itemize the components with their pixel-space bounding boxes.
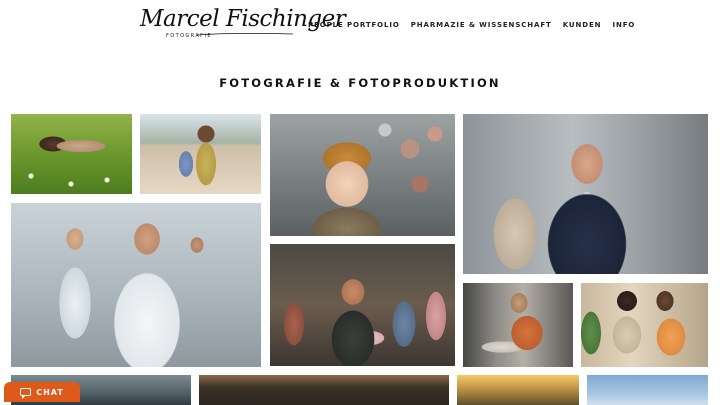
nav-item-info[interactable]: INFO [612,21,635,29]
nav-item-kunden[interactable]: KUNDEN [563,21,602,29]
page-title: FOTOGRAFIE & FOTOPRODUKTION [219,76,501,90]
gallery-photo-row4-3[interactable] [457,375,579,405]
nav-item-people-portfolio[interactable]: PEOPLE PORTFOLIO [308,21,400,29]
gallery-photo-row4-2[interactable] [199,375,449,405]
chat-bubble-icon [20,388,32,399]
logo-subtitle: FOTOGRAFIE [166,33,212,39]
gallery-photo-lab-scientists[interactable] [11,203,261,367]
gallery-photo-boy-mask[interactable] [270,114,455,236]
gallery-photo-birthday-party[interactable] [270,244,455,366]
nav-item-pharmazie-wissenschaft[interactable]: PHARMAZIE & WISSENSCHAFT [411,21,552,29]
chat-label: CHAT [36,387,64,397]
brand-logo[interactable]: Marcel Fischinger FOTOGRAFIE [140,6,346,46]
gallery-photo-woman-desk[interactable] [463,283,573,367]
gallery-photo-coffee-couple[interactable] [581,283,708,367]
chat-button[interactable]: CHAT [4,382,80,402]
gallery-photo-mother-child-beach[interactable] [140,114,261,194]
main-nav: PEOPLE PORTFOLIO PHARMAZIE & WISSENSCHAF… [308,21,635,29]
site-header: Marcel Fischinger FOTOGRAFIE PEOPLE PORT… [0,0,720,56]
gallery-photo-row4-4[interactable] [587,375,708,405]
gallery-photo-businessman[interactable] [463,114,708,274]
gallery-photo-woman-meadow[interactable] [11,114,132,194]
